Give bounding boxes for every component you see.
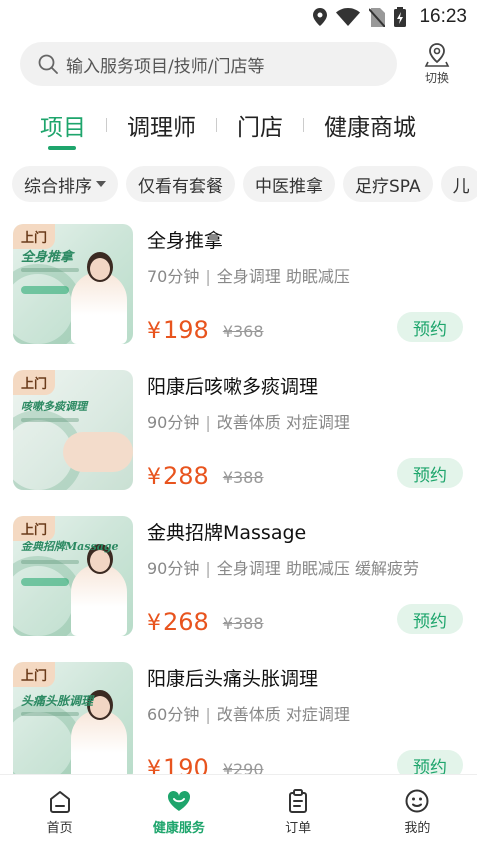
home-service-badge: 上门 bbox=[13, 516, 56, 541]
service-info: 阳康后咳嗽多痰调理 90分钟 | 改善体质 对症调理 ¥288 ¥388 预约 bbox=[147, 370, 465, 490]
service-duration: 90分钟 bbox=[147, 413, 200, 432]
filter-package-only[interactable]: 仅看有套餐 bbox=[126, 166, 235, 202]
caret-down-icon bbox=[96, 181, 106, 187]
filter-tcm-massage[interactable]: 中医推拿 bbox=[243, 166, 335, 202]
book-button[interactable]: 预约 bbox=[397, 458, 463, 488]
location-icon bbox=[313, 8, 328, 26]
nav-home[interactable]: 首页 bbox=[0, 775, 119, 848]
service-desc: 90分钟 | 改善体质 对症调理 bbox=[147, 413, 350, 432]
service-price: ¥268 bbox=[147, 608, 209, 636]
service-desc: 60分钟 | 改善体质 对症调理 bbox=[147, 705, 350, 724]
original-price: ¥290 bbox=[222, 760, 264, 774]
service-name: 全身推拿 bbox=[147, 230, 224, 252]
service-duration: 60分钟 bbox=[147, 705, 200, 724]
service-price: ¥190 bbox=[147, 754, 209, 774]
filter-foot-spa[interactable]: 足疗SPA bbox=[343, 166, 433, 202]
service-name: 金典招牌Massage bbox=[147, 522, 307, 544]
search-row: 输入服务项目/技师/门店等 切换 bbox=[0, 34, 477, 88]
thumbnail-title: 头痛头胀调理 bbox=[21, 694, 94, 708]
service-info: 全身推拿 70分钟 | 全身调理 助眠减压 ¥198 ¥368 预约 bbox=[147, 224, 465, 344]
category-tabs: 项目 调理师 门店 健康商城 bbox=[0, 98, 477, 152]
book-button[interactable]: 预约 bbox=[397, 604, 463, 634]
status-time: 16:23 bbox=[419, 6, 467, 27]
service-desc: 90分钟 | 全身调理 助眠减压 缓解疲劳 bbox=[147, 559, 419, 578]
home-icon bbox=[49, 790, 70, 813]
search-icon bbox=[38, 54, 58, 74]
nav-health-service-label: 健康服务 bbox=[152, 820, 205, 836]
service-thumbnail: 全身推拿 上门 bbox=[13, 224, 133, 344]
filter-sort[interactable]: 综合排序 bbox=[12, 166, 118, 202]
no-sim-icon bbox=[369, 7, 386, 27]
original-price: ¥388 bbox=[222, 468, 264, 487]
tab-therapists[interactable]: 调理师 bbox=[107, 98, 216, 152]
map-pin-icon bbox=[424, 43, 450, 67]
service-name: 阳康后头痛头胀调理 bbox=[147, 668, 319, 690]
tab-health-mall[interactable]: 健康商城 bbox=[304, 98, 436, 152]
heart-icon bbox=[167, 790, 190, 811]
original-price: ¥388 bbox=[222, 614, 264, 633]
clipboard-icon bbox=[289, 788, 308, 813]
status-bar: 16:23 bbox=[0, 0, 477, 34]
book-button[interactable]: 预约 bbox=[397, 750, 463, 774]
service-desc: 70分钟 | 全身调理 助眠减压 bbox=[147, 267, 350, 286]
service-duration: 70分钟 bbox=[147, 267, 200, 286]
service-card[interactable]: 金典招牌Massage 上门 金典招牌Massage 90分钟 | 全身调理 助眠减… bbox=[0, 506, 477, 652]
service-duration: 90分钟 bbox=[147, 559, 200, 578]
service-card[interactable]: 全身推拿 上门 全身推拿 70分钟 | 全身调理 助眠减压 ¥198 ¥368 预约 bbox=[0, 214, 477, 360]
filter-chips: 综合排序 仅看有套餐 中医推拿 足疗SPA 儿 bbox=[0, 152, 477, 214]
face-icon bbox=[405, 789, 429, 812]
home-service-badge: 上门 bbox=[13, 370, 56, 395]
service-info: 阳康后头痛头胀调理 60分钟 | 改善体质 对症调理 ¥190 ¥290 预约 bbox=[147, 662, 465, 774]
switch-label: 切换 bbox=[424, 71, 449, 85]
service-tags: 全身调理 助眠减压 bbox=[216, 267, 350, 286]
nav-orders[interactable]: 订单 bbox=[239, 775, 358, 848]
service-list[interactable]: 全身推拿 上门 全身推拿 70分钟 | 全身调理 助眠减压 ¥198 ¥368 预约… bbox=[0, 214, 477, 774]
wifi-icon bbox=[336, 8, 361, 26]
nav-health-service[interactable]: 健康服务 bbox=[119, 775, 238, 848]
service-tags: 改善体质 对症调理 bbox=[216, 413, 350, 432]
service-card[interactable]: 头痛头胀调理 上门 阳康后头痛头胀调理 60分钟 | 改善体质 对症调理 ¥190 … bbox=[0, 652, 477, 774]
battery-charging-icon bbox=[394, 7, 407, 27]
home-service-badge: 上门 bbox=[13, 662, 56, 687]
service-tags: 全身调理 助眠减压 缓解疲劳 bbox=[216, 559, 419, 578]
nav-mine[interactable]: 我的 bbox=[358, 775, 477, 848]
service-thumbnail: 咳嗽多痰调理 上门 bbox=[13, 370, 133, 490]
search-placeholder: 输入服务项目/技师/门店等 bbox=[66, 56, 265, 77]
switch-city-button[interactable]: 切换 bbox=[409, 42, 465, 86]
book-button[interactable]: 预约 bbox=[397, 312, 463, 342]
search-input[interactable]: 输入服务项目/技师/门店等 bbox=[20, 42, 397, 86]
nav-mine-label: 我的 bbox=[404, 820, 431, 836]
original-price: ¥368 bbox=[222, 322, 264, 341]
service-tags: 改善体质 对症调理 bbox=[216, 705, 350, 724]
service-card[interactable]: 咳嗽多痰调理 上门 阳康后咳嗽多痰调理 90分钟 | 改善体质 对症调理 ¥288 … bbox=[0, 360, 477, 506]
service-thumbnail: 头痛头胀调理 上门 bbox=[13, 662, 133, 774]
service-price: ¥198 bbox=[147, 316, 209, 344]
service-thumbnail: 金典招牌Massage 上门 bbox=[13, 516, 133, 636]
service-price: ¥288 bbox=[147, 462, 209, 490]
filter-children[interactable]: 儿 bbox=[440, 166, 477, 202]
service-name: 阳康后咳嗽多痰调理 bbox=[147, 376, 319, 398]
bottom-nav: 首页 健康服务 订单 我的 bbox=[0, 774, 477, 848]
home-service-badge: 上门 bbox=[13, 224, 56, 249]
tab-projects[interactable]: 项目 bbox=[18, 98, 106, 152]
tab-stores[interactable]: 门店 bbox=[217, 98, 303, 152]
nav-home-label: 首页 bbox=[46, 820, 73, 836]
filter-sort-label: 综合排序 bbox=[24, 176, 92, 197]
nav-orders-label: 订单 bbox=[285, 820, 312, 836]
thumbnail-title: 咳嗽多痰调理 bbox=[21, 400, 87, 413]
service-info: 金典招牌Massage 90分钟 | 全身调理 助眠减压 缓解疲劳 ¥268 ¥38… bbox=[147, 516, 465, 636]
